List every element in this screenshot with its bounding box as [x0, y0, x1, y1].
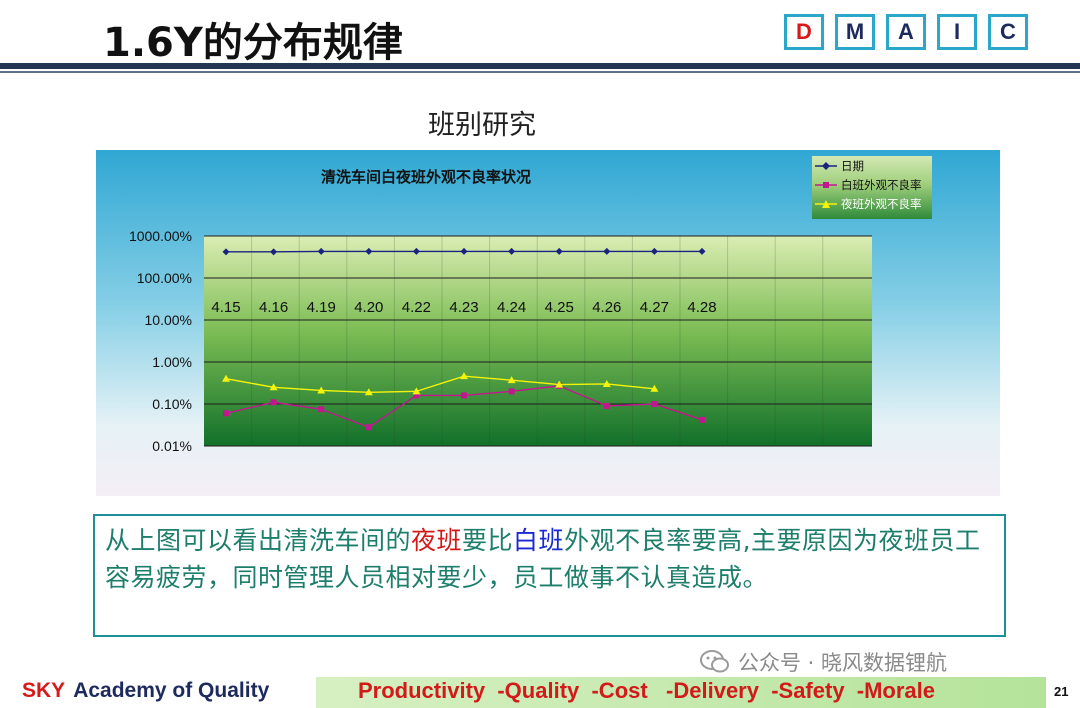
legend-item-night-shift: 夜班外观不良率 [812, 194, 932, 213]
x-tick-label: 4.24 [497, 299, 526, 316]
data-point [508, 388, 515, 395]
legend-marker-diamond-icon [815, 161, 837, 170]
page-number: 21 [1054, 684, 1069, 699]
y-tick-label: 100.00% [137, 270, 192, 286]
x-tick-label: 4.27 [640, 299, 669, 316]
conclusion-day-shift: 白班 [513, 526, 565, 555]
wechat-icon [700, 650, 729, 673]
legend-label: 白班外观不良率 [841, 177, 922, 192]
footer-sky: SKY [22, 679, 66, 702]
dmaic-a: A [886, 14, 926, 50]
header-divider-thin [0, 71, 1080, 73]
legend-item-date: 日期 [812, 156, 932, 175]
x-tick-label: 4.26 [592, 299, 621, 316]
chart-legend: 日期 白班外观不良率 夜班外观不良率 [812, 156, 932, 219]
data-point [365, 424, 372, 431]
y-tick-label: 0.01% [152, 438, 192, 454]
x-tick-label: 4.16 [259, 299, 288, 316]
plot-area [204, 236, 872, 446]
data-point [699, 416, 705, 423]
footer-academy: Academy of Quality [73, 679, 270, 702]
conclusion-box: 从上图可以看出清洗车间的夜班要比白班外观不良率要高,主要原因为夜班员工容易疲劳，… [93, 514, 1006, 637]
y-tick-label: 1000.00% [129, 228, 192, 244]
data-point [461, 392, 467, 399]
conclusion-text-1: 从上图可以看出清洗车间的 [105, 526, 412, 555]
x-tick-label: 4.19 [307, 299, 336, 316]
conclusion-night-shift: 夜班 [411, 526, 463, 555]
data-point [651, 401, 658, 407]
data-point [318, 406, 325, 413]
data-point [223, 410, 229, 417]
x-tick-label: 4.23 [449, 299, 478, 316]
watermark-text: 公众号 · 晓风数据锂航 [738, 651, 948, 675]
data-point [270, 399, 277, 406]
chart-title: 清洗车间白夜班外观不良率状况 [320, 168, 531, 186]
chart-panel: 1000.00% 100.00% 10.00% 1.00% 0.10% 0.01% 4.1… [96, 150, 1000, 496]
section-subtitle: 班别研究 [428, 110, 536, 141]
header-divider [0, 63, 1080, 69]
y-tick-label: 0.10% [152, 396, 192, 412]
legend-marker-triangle-icon [815, 199, 837, 208]
x-tick-label: 4.15 [211, 299, 240, 316]
slide-title: 1.6Y的分布规律 [103, 20, 403, 66]
legend-label: 日期 [841, 158, 864, 173]
dmaic-badges: D M A I C [784, 14, 1028, 50]
legend-marker-square-icon [815, 181, 837, 188]
x-tick-label: 4.20 [354, 299, 383, 316]
footer-slogan: Productivity -Quality -Cost -Delivery -S… [358, 678, 936, 703]
x-tick-label: 4.22 [402, 299, 431, 316]
data-point [603, 402, 610, 409]
dmaic-i: I [937, 14, 977, 50]
footer-brand: SKY Academy of Quality [22, 679, 269, 703]
x-tick-label: 4.28 [687, 299, 716, 316]
y-tick-label: 10.00% [145, 312, 192, 328]
dmaic-c: C [988, 14, 1028, 50]
legend-label: 夜班外观不良率 [841, 196, 922, 211]
watermark: 公众号 · 晓风数据锂航 [700, 647, 947, 677]
y-tick-label: 1.00% [152, 354, 192, 370]
legend-item-day-shift: 白班外观不良率 [812, 175, 932, 194]
dmaic-d: D [784, 14, 824, 50]
dmaic-m: M [835, 14, 875, 50]
x-tick-label: 4.25 [545, 299, 574, 316]
conclusion-text-2: 要比 [462, 526, 514, 555]
